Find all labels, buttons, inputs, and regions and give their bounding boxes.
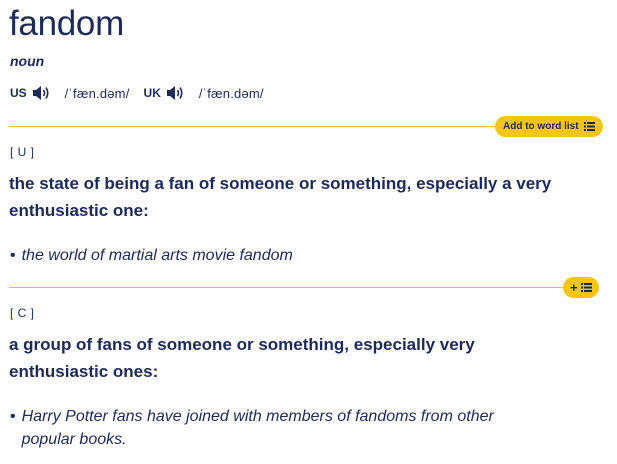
definition: the state of being a fan of someone or s… (9, 174, 552, 220)
region-label-us: US (10, 86, 27, 100)
grammar-label: [ C ] (10, 306, 35, 320)
add-to-word-list-button[interactable]: + (563, 277, 599, 298)
divider (9, 287, 565, 288)
region-label-uk: UK (143, 86, 161, 100)
ipa-us: /ˈfæn.dəm/ (64, 85, 130, 101)
example-sentence: • the world of martial arts movie fandom (10, 244, 570, 267)
speaker-icon[interactable] (165, 84, 185, 102)
ipa-uk: /ˈfæn.dəm/ (198, 85, 264, 101)
example-text: Harry Potter fans have joined with membe… (21, 408, 494, 448)
divider (9, 126, 499, 127)
definition: a group of fans of someone or something,… (9, 335, 475, 381)
part-of-speech: noun (10, 53, 45, 69)
bullet: • (10, 408, 16, 425)
list-icon (583, 122, 595, 131)
add-to-word-list-label: Add to word list (503, 121, 579, 132)
example-text: the world of martial arts movie fandom (21, 247, 293, 264)
bullet: • (10, 247, 16, 264)
speaker-icon[interactable] (31, 84, 51, 102)
add-to-word-list-button[interactable]: Add to word list (495, 116, 603, 137)
example-sentence: • Harry Potter fans have joined with mem… (10, 405, 550, 451)
list-icon (580, 283, 592, 292)
pronunciation-row: US /ˈfæn.dəm/ UK /ˈfæn.dəm/ (10, 83, 278, 103)
plus-icon: + (570, 280, 578, 295)
headword: fandom (9, 4, 124, 43)
grammar-label: [ U ] (10, 145, 35, 159)
